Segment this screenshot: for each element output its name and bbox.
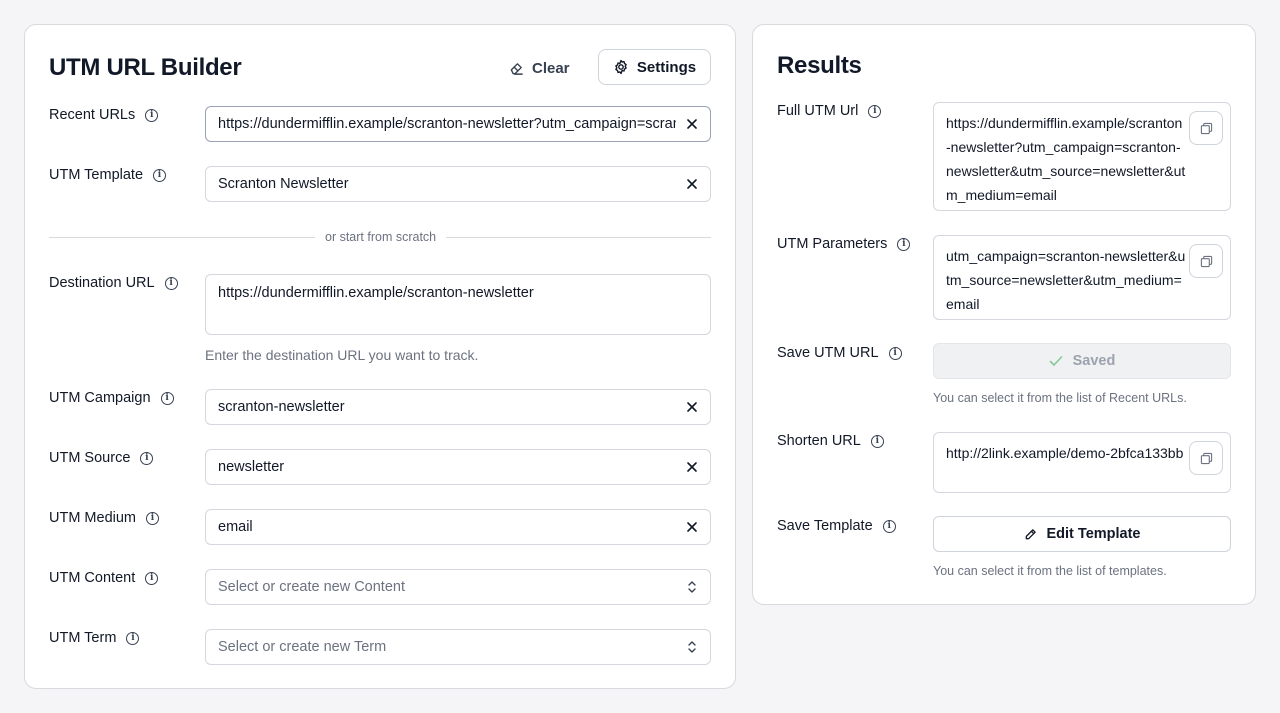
shorten-url-output[interactable]: http://2link.example/demo-2bfca133bb — [933, 432, 1231, 493]
utm-builder-card: UTM URL Builder Clear Settings Recent UR… — [24, 24, 736, 689]
utm-source-select[interactable]: newsletter — [205, 449, 711, 485]
info-icon[interactable]: i — [145, 108, 159, 122]
info-icon[interactable]: i — [882, 519, 896, 533]
destination-url-input[interactable]: https://dundermifflin.example/scranton-n… — [205, 274, 711, 335]
recent-urls-value: https://dundermifflin.example/scranton-n… — [218, 116, 676, 132]
copy-icon — [1200, 255, 1212, 267]
saved-button[interactable]: Saved — [933, 343, 1231, 379]
chevron-updown-icon — [688, 581, 696, 593]
utm-content-select[interactable]: Select or create new Content — [205, 569, 711, 605]
info-icon[interactable]: i — [868, 104, 882, 118]
info-icon[interactable]: i — [145, 571, 159, 585]
shorten-url-label-text: Shorten URL — [777, 433, 861, 449]
shorten-url-label: Shorten URL i — [777, 433, 884, 449]
utm-template-label-text: UTM Template — [49, 167, 144, 183]
copy-parameters-button[interactable] — [1189, 244, 1223, 278]
close-icon[interactable] — [685, 117, 699, 131]
info-icon[interactable]: i — [153, 168, 167, 182]
close-icon[interactable] — [685, 400, 699, 414]
clear-button[interactable]: Clear — [509, 50, 570, 86]
close-icon[interactable] — [685, 177, 699, 191]
copy-icon — [1200, 452, 1212, 464]
info-icon[interactable]: i — [870, 434, 884, 448]
utm-template-label: UTM Template i — [49, 167, 167, 183]
full-url-output[interactable]: https://dundermifflin.example/scranton-n… — [933, 102, 1231, 211]
full-url-value: https://dundermifflin.example/scranton-n… — [946, 115, 1186, 203]
edit-template-button[interactable]: Edit Template — [933, 516, 1231, 552]
save-url-label: Save UTM URL i — [777, 345, 902, 361]
utm-source-label: UTM Source i — [49, 450, 154, 466]
check-icon — [1049, 356, 1062, 366]
utm-term-label: UTM Term i — [49, 630, 140, 646]
recent-urls-label: Recent URLs i — [49, 107, 159, 123]
info-icon[interactable]: i — [146, 511, 160, 525]
utm-term-select[interactable]: Select or create new Term — [205, 629, 711, 665]
destination-url-label-text: Destination URL — [49, 275, 155, 291]
chevron-updown-icon — [688, 641, 696, 653]
save-url-helper: You can select it from the list of Recen… — [933, 391, 1187, 405]
recent-urls-label-text: Recent URLs — [49, 107, 136, 123]
utm-medium-label-text: UTM Medium — [49, 510, 137, 526]
utm-content-placeholder: Select or create new Content — [218, 579, 405, 595]
full-url-label-text: Full UTM Url — [777, 103, 859, 119]
pencil-icon — [1025, 528, 1036, 539]
full-url-label: Full UTM Url i — [777, 103, 882, 119]
info-icon[interactable]: i — [888, 346, 902, 360]
utm-campaign-value: scranton-newsletter — [218, 399, 345, 415]
utm-medium-label: UTM Medium i — [49, 510, 160, 526]
settings-label: Settings — [636, 58, 697, 76]
results-card: Results Full UTM Url i https://dundermif… — [752, 24, 1256, 605]
shorten-url-value: http://2link.example/demo-2bfca133bb — [946, 445, 1184, 461]
copy-icon — [1200, 122, 1212, 134]
divider-text: or start from scratch — [315, 230, 447, 244]
info-icon[interactable]: i — [160, 391, 174, 405]
utm-campaign-select[interactable]: scranton-newsletter — [205, 389, 711, 425]
results-title: Results — [777, 52, 862, 79]
save-template-label-text: Save Template — [777, 518, 873, 534]
eraser-icon — [510, 62, 523, 75]
gear-icon — [615, 59, 627, 75]
save-url-label-text: Save UTM URL — [777, 345, 879, 361]
clear-label: Clear — [532, 59, 570, 77]
utm-content-label-text: UTM Content — [49, 570, 136, 586]
utm-template-value: Scranton Newsletter — [218, 176, 349, 192]
settings-button[interactable]: Settings — [598, 49, 711, 85]
utm-medium-value: email — [218, 519, 253, 535]
destination-url-helper: Enter the destination URL you want to tr… — [205, 347, 479, 363]
builder-title: UTM URL Builder — [49, 54, 242, 81]
destination-url-label: Destination URL i — [49, 275, 178, 291]
copy-full-url-button[interactable] — [1189, 111, 1223, 145]
recent-urls-select[interactable]: https://dundermifflin.example/scranton-n… — [205, 106, 711, 142]
save-template-helper: You can select it from the list of templ… — [933, 564, 1167, 578]
info-icon[interactable]: i — [164, 276, 178, 290]
utm-term-label-text: UTM Term — [49, 630, 117, 646]
parameters-label-text: UTM Parameters — [777, 236, 888, 252]
utm-template-select[interactable]: Scranton Newsletter — [205, 166, 711, 202]
close-icon[interactable] — [685, 460, 699, 474]
parameters-label: UTM Parameters i — [777, 236, 911, 252]
save-template-label: Save Template i — [777, 518, 896, 534]
utm-medium-select[interactable]: email — [205, 509, 711, 545]
close-icon[interactable] — [685, 520, 699, 534]
utm-campaign-label: UTM Campaign i — [49, 390, 174, 406]
utm-term-placeholder: Select or create new Term — [218, 639, 387, 655]
parameters-value: utm_campaign=scranton-newsletter&utm_sou… — [946, 248, 1186, 312]
copy-short-url-button[interactable] — [1189, 441, 1223, 475]
utm-campaign-label-text: UTM Campaign — [49, 390, 151, 406]
info-icon[interactable]: i — [140, 451, 154, 465]
utm-source-label-text: UTM Source — [49, 450, 131, 466]
saved-label: Saved — [1072, 353, 1116, 369]
edit-template-label: Edit Template — [1046, 526, 1141, 542]
utm-source-value: newsletter — [218, 459, 285, 475]
parameters-output[interactable]: utm_campaign=scranton-newsletter&utm_sou… — [933, 235, 1231, 320]
info-icon[interactable]: i — [897, 237, 911, 251]
utm-content-label: UTM Content i — [49, 570, 159, 586]
info-icon[interactable]: i — [126, 631, 140, 645]
